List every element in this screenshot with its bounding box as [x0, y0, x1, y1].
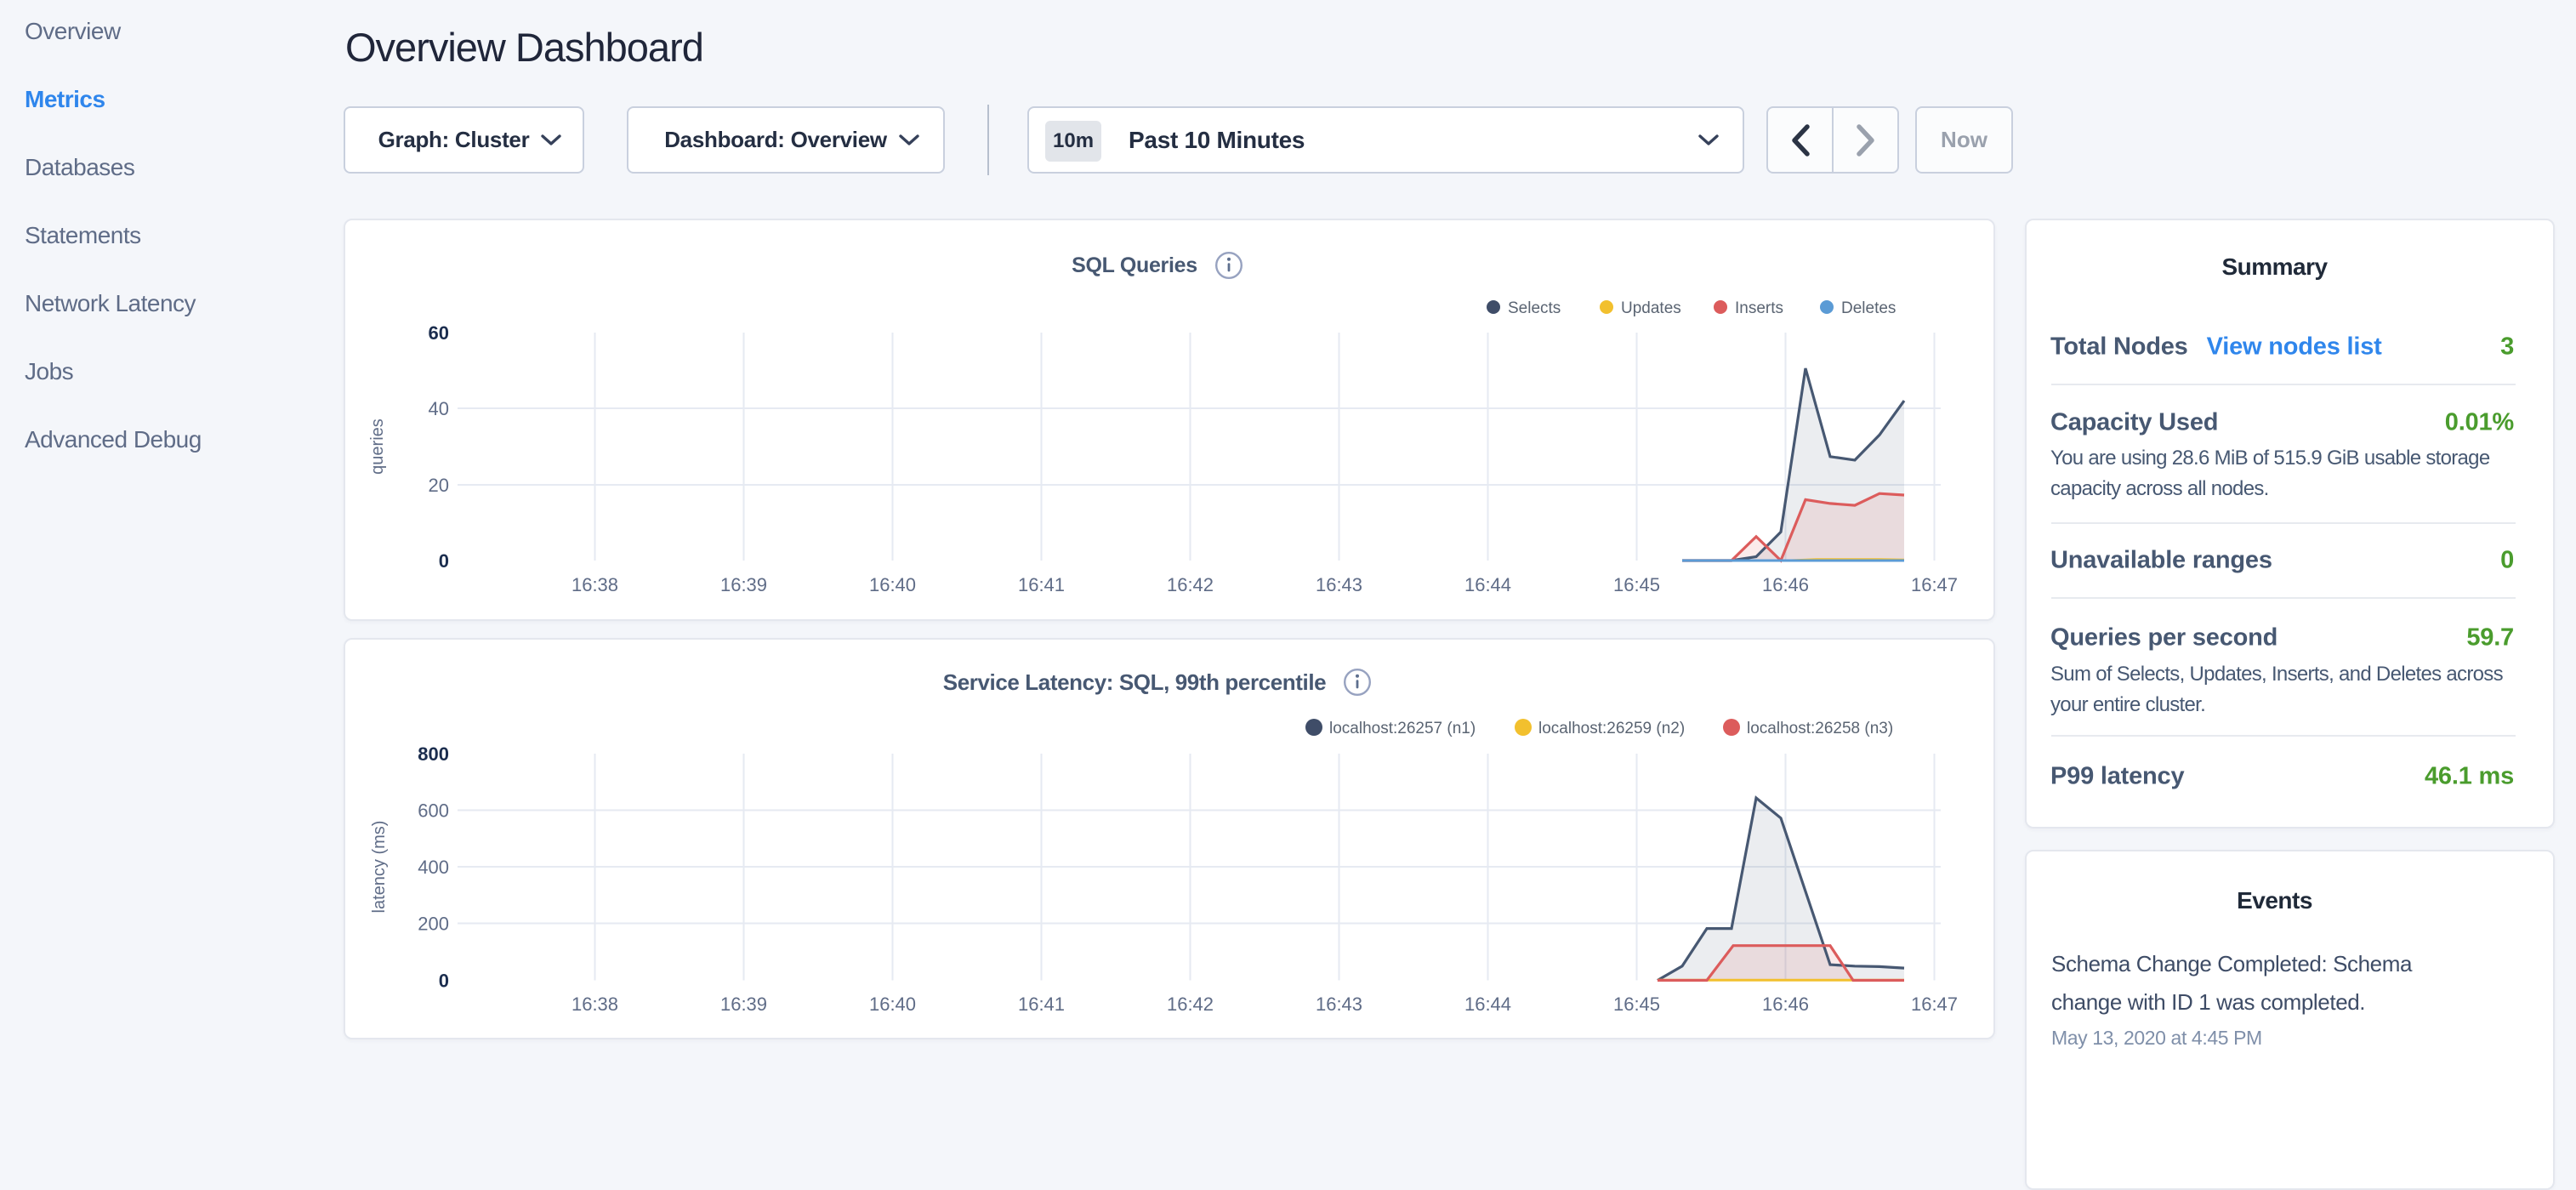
- svg-text:16:43: 16:43: [1316, 994, 1362, 1015]
- svg-text:16:44: 16:44: [1464, 994, 1511, 1015]
- svg-text:16:46: 16:46: [1762, 994, 1809, 1015]
- svg-text:localhost:26258 (n3): localhost:26258 (n3): [1747, 720, 1893, 737]
- svg-text:Selects: Selects: [1508, 299, 1561, 317]
- svg-text:Inserts: Inserts: [1735, 299, 1783, 317]
- svg-text:40: 40: [429, 398, 449, 419]
- svg-text:200: 200: [418, 914, 449, 935]
- svg-text:0: 0: [439, 550, 449, 572]
- svg-text:16:43: 16:43: [1316, 574, 1362, 595]
- svg-text:16:42: 16:42: [1167, 574, 1214, 595]
- svg-text:16:38: 16:38: [571, 994, 618, 1015]
- svg-text:60: 60: [429, 322, 449, 344]
- svg-text:20: 20: [429, 475, 449, 496]
- svg-text:16:47: 16:47: [1911, 574, 1958, 595]
- svg-text:16:41: 16:41: [1018, 574, 1065, 595]
- svg-text:800: 800: [418, 743, 449, 765]
- svg-text:16:40: 16:40: [869, 994, 916, 1015]
- svg-text:queries: queries: [368, 418, 387, 475]
- svg-text:16:39: 16:39: [720, 994, 767, 1015]
- svg-text:16:42: 16:42: [1167, 994, 1214, 1015]
- svg-text:600: 600: [418, 800, 449, 822]
- svg-text:16:40: 16:40: [869, 574, 916, 595]
- svg-text:latency (ms): latency (ms): [370, 821, 389, 914]
- svg-text:16:45: 16:45: [1613, 994, 1660, 1015]
- svg-text:16:47: 16:47: [1911, 994, 1958, 1015]
- svg-text:Deletes: Deletes: [1841, 299, 1896, 317]
- svg-text:16:45: 16:45: [1613, 574, 1660, 595]
- svg-text:400: 400: [418, 857, 449, 878]
- svg-text:16:44: 16:44: [1464, 574, 1511, 595]
- svg-text:localhost:26259 (n2): localhost:26259 (n2): [1538, 720, 1685, 737]
- svg-text:0: 0: [439, 971, 449, 992]
- svg-text:16:46: 16:46: [1762, 574, 1809, 595]
- svg-text:16:41: 16:41: [1018, 994, 1065, 1015]
- svg-text:16:39: 16:39: [720, 574, 767, 595]
- svg-text:Updates: Updates: [1621, 299, 1681, 317]
- svg-text:16:38: 16:38: [571, 574, 618, 595]
- svg-text:localhost:26257 (n1): localhost:26257 (n1): [1329, 720, 1476, 737]
